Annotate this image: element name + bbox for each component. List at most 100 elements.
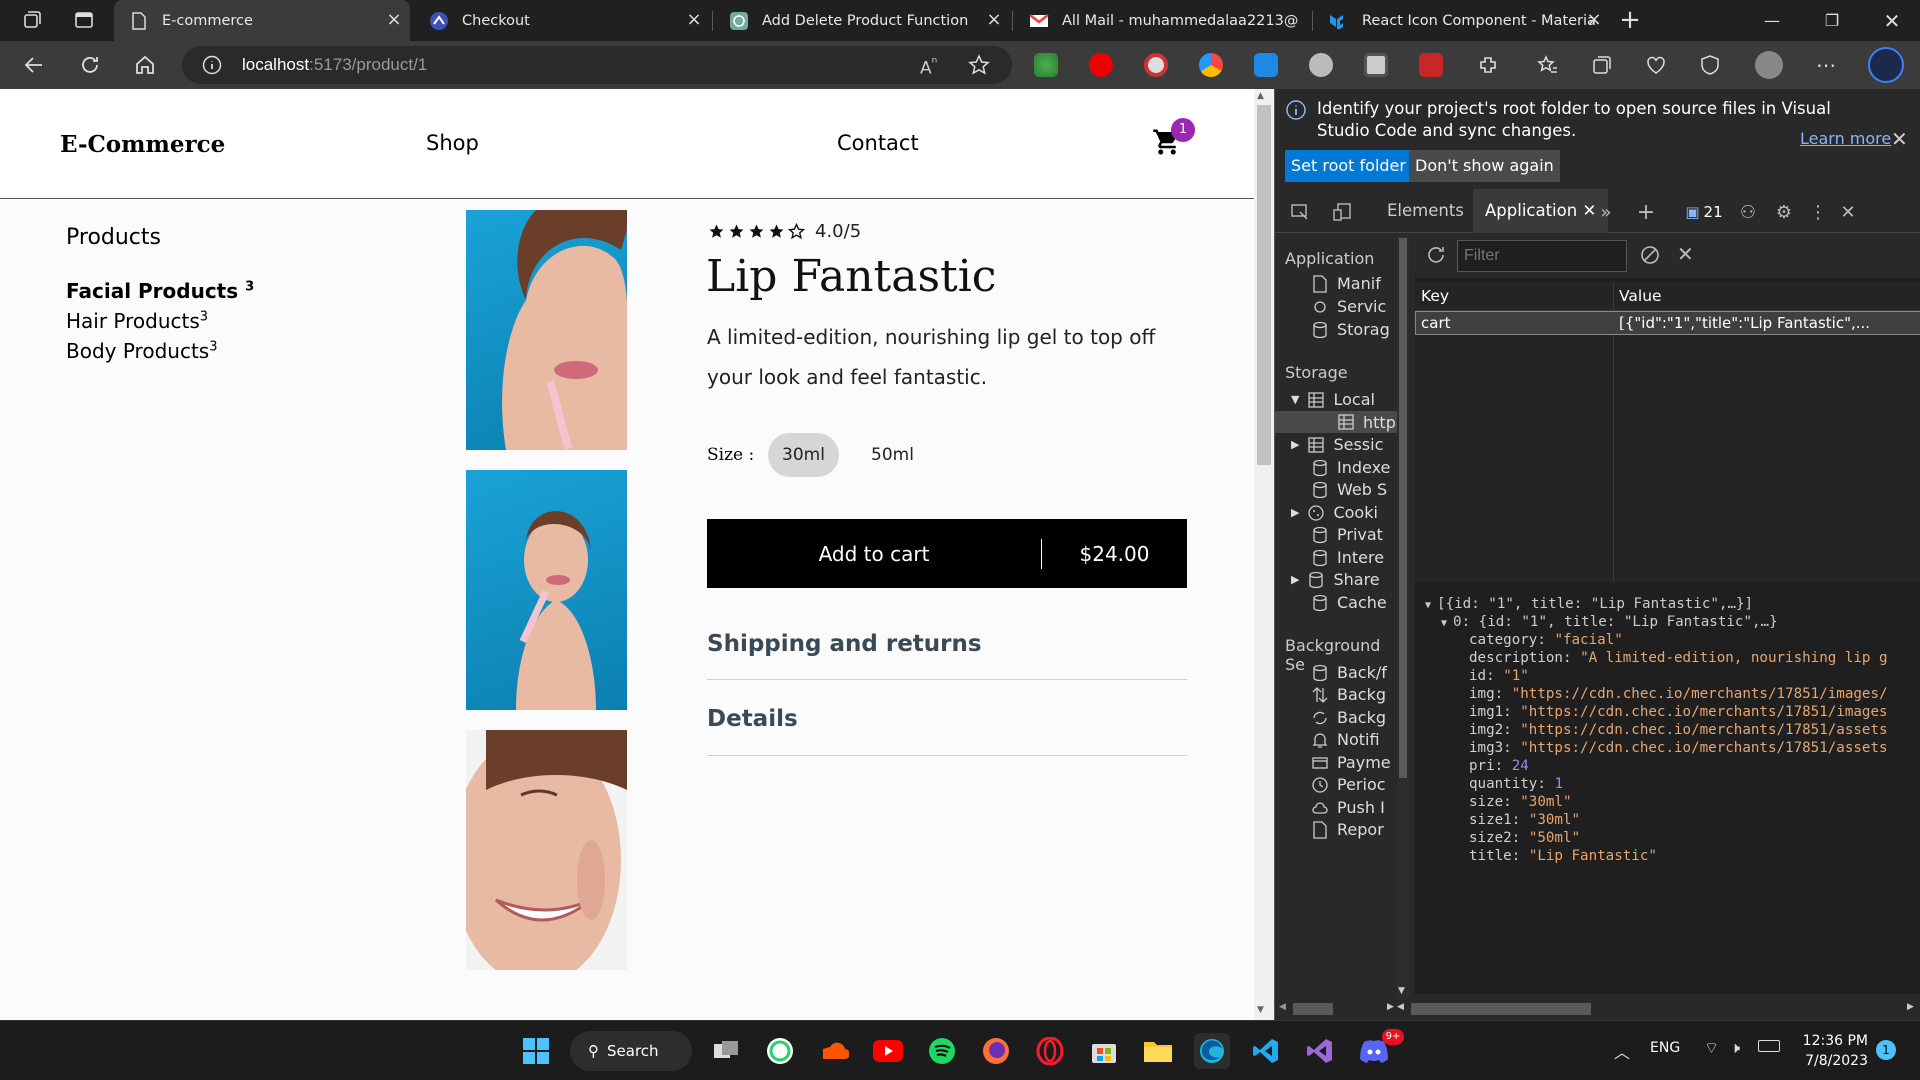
sidebar-item-background-fetch[interactable]: Backg	[1311, 685, 1386, 704]
restore-icon[interactable]: ❐	[1802, 0, 1862, 41]
new-tab-icon[interactable]: +	[1616, 5, 1644, 35]
sidebar-item-cache-storage[interactable]: Cache	[1311, 593, 1387, 612]
performance-icon[interactable]	[1642, 51, 1670, 79]
customize-menu-icon[interactable]: ⋮	[1807, 201, 1829, 223]
extension-5-icon[interactable]	[1254, 53, 1278, 77]
inspect-icon[interactable]	[1289, 201, 1311, 223]
microsoft-store-icon[interactable]	[1086, 1033, 1122, 1069]
accordion-shipping[interactable]: Shipping and returns	[707, 631, 1187, 657]
json-field[interactable]: size1: "30ml"	[1469, 811, 1580, 829]
json-root[interactable]: ▼ [{id: "1", title: "Lip Fantastic",…}]	[1425, 595, 1753, 615]
tab-ecommerce[interactable]: E-commerce ×	[114, 0, 410, 41]
json-field[interactable]: img3: "https://cdn.chec.io/merchants/178…	[1469, 739, 1888, 757]
expand-arrow-icon[interactable]: ▼	[1441, 618, 1447, 629]
row-key[interactable]: cart	[1421, 314, 1611, 332]
json-item-0[interactable]: ▼ 0: {id: "1", title: "Lip Fantastic",…}	[1441, 613, 1778, 633]
add-tab-icon[interactable]: +	[1635, 200, 1657, 225]
settings-gear-icon[interactable]: ⚙	[1773, 201, 1795, 223]
json-field[interactable]: size2: "50ml"	[1469, 829, 1580, 847]
json-field[interactable]: title: "Lip Fantastic"	[1469, 847, 1657, 865]
youtube-icon[interactable]	[870, 1033, 906, 1069]
sidebar-item-push-messaging[interactable]: Push I	[1311, 798, 1385, 817]
add-to-cart-button[interactable]: Add to cart $24.00	[707, 519, 1187, 588]
json-field[interactable]: quantity: 1	[1469, 775, 1563, 793]
sidebar-item-indexeddb[interactable]: Indexe	[1311, 458, 1390, 477]
edge-icon[interactable]	[1194, 1033, 1230, 1069]
refresh-icon[interactable]	[76, 51, 104, 79]
json-field[interactable]: img2: "https://cdn.chec.io/merchants/178…	[1469, 721, 1888, 739]
url-text[interactable]: localhost:5173/product/1	[242, 55, 427, 75]
row-value[interactable]: [{"id":"1","title":"Lip Fantastic",...	[1619, 314, 1919, 332]
notification-badge[interactable]: 1	[1876, 1040, 1896, 1060]
category-hair[interactable]: Hair Products3	[66, 309, 208, 333]
extension-4-icon[interactable]	[1199, 53, 1223, 77]
sidebar-item-interest-groups[interactable]: Intere	[1311, 548, 1384, 567]
page-scrollbar[interactable]: ▲ ▼	[1254, 89, 1274, 1020]
extension-1-icon[interactable]	[1034, 53, 1058, 77]
wifi-icon[interactable]: ⌔	[1704, 1038, 1719, 1058]
sidebar-item-back-forward-cache[interactable]: Back/f	[1311, 663, 1387, 682]
sidebar-item-session-storage[interactable]: ▶ Sessic	[1291, 435, 1383, 454]
globe-icon[interactable]	[1309, 53, 1333, 77]
sidebar-item-payment-handler[interactable]: Payme	[1311, 753, 1391, 772]
tab-elements[interactable]: Elements	[1387, 189, 1464, 233]
tray-overflow-icon[interactable]: ︿	[1614, 1039, 1630, 1063]
learn-more-link[interactable]: Learn more	[1800, 129, 1891, 148]
close-tab-icon[interactable]: ×	[686, 11, 702, 29]
vscode-icon[interactable]	[1248, 1033, 1284, 1069]
horizontal-scrollbars[interactable]: ◀ ▶ ◀ ▶	[1275, 997, 1920, 1020]
extensions-icon[interactable]	[1474, 51, 1502, 79]
scrollbar-thumb[interactable]	[1399, 238, 1407, 778]
task-view-icon[interactable]	[708, 1033, 744, 1069]
soundcloud-icon[interactable]	[816, 1033, 852, 1069]
tab-checkout[interactable]: Checkout ×	[414, 0, 710, 41]
visual-studio-icon[interactable]	[1302, 1033, 1338, 1069]
sidebar-item-background-sync[interactable]: Backg	[1311, 708, 1386, 727]
close-tab-icon[interactable]: ×	[386, 11, 402, 29]
json-field[interactable]: img: "https://cdn.chec.io/merchants/1785…	[1469, 685, 1888, 703]
clear-all-icon[interactable]	[1639, 244, 1661, 266]
refresh-icon[interactable]	[1425, 244, 1447, 266]
workspaces-icon[interactable]	[18, 6, 46, 34]
nav-contact[interactable]: Contact	[837, 131, 919, 155]
set-root-folder-button[interactable]: Set root folder	[1285, 150, 1412, 182]
windows-start-icon[interactable]	[518, 1033, 554, 1069]
close-tab-icon[interactable]: ×	[986, 11, 1002, 29]
tab-add-delete[interactable]: Add Delete Product Function ×	[714, 0, 1010, 41]
close-devtools-icon[interactable]: ✕	[1837, 201, 1859, 223]
sidebar-item-manifest[interactable]: Manif	[1311, 274, 1381, 293]
table-header-value[interactable]: Value	[1619, 282, 1662, 310]
expand-arrow-icon[interactable]: ▼	[1291, 393, 1299, 406]
opera-icon[interactable]	[1032, 1033, 1068, 1069]
language-indicator[interactable]: ENG	[1650, 1040, 1680, 1056]
favorites-icon[interactable]	[1534, 51, 1562, 79]
sidebar-scrollbar[interactable]: ▼	[1397, 234, 1409, 1004]
product-image-3[interactable]	[466, 730, 627, 970]
extension-7-icon[interactable]	[1364, 53, 1388, 77]
close-window-icon[interactable]: ✕	[1862, 0, 1920, 41]
size-option-50ml[interactable]: 50ml	[857, 433, 928, 477]
system-clock[interactable]: 12:36 PM 7/8/2023	[1798, 1031, 1868, 1071]
product-image-2[interactable]	[466, 470, 627, 710]
close-infobar-icon[interactable]: ✕	[1891, 127, 1908, 151]
minimize-icon[interactable]: —	[1742, 0, 1802, 41]
tab-actions-icon[interactable]	[70, 6, 98, 34]
battery-icon[interactable]	[1758, 1040, 1780, 1052]
json-field[interactable]: size: "30ml"	[1469, 793, 1572, 811]
dont-show-again-button[interactable]: Don't show again	[1409, 150, 1560, 182]
site-brand[interactable]: E-Commerce	[60, 131, 225, 158]
tab-application[interactable]: Application ✕	[1473, 189, 1609, 233]
sidebar-item-cookies[interactable]: ▶ Cooki	[1291, 503, 1378, 522]
spotify-icon[interactable]	[924, 1033, 960, 1069]
read-aloud-icon[interactable]: Aⁿ	[920, 55, 937, 79]
taskbar-search[interactable]: ⚲ Search	[570, 1031, 692, 1071]
json-field[interactable]: description: "A limited-edition, nourish…	[1469, 649, 1888, 667]
sidebar-item-shared-storage[interactable]: ▶ Share	[1291, 570, 1380, 589]
volume-icon[interactable]: 🕨	[1730, 1038, 1740, 1058]
sidebar-item-reporting-api[interactable]: Repor	[1311, 820, 1384, 839]
expand-arrow-icon[interactable]: ▶	[1291, 506, 1299, 519]
json-field[interactable]: id: "1"	[1469, 667, 1529, 685]
favorite-star-icon[interactable]	[968, 54, 990, 76]
table-row[interactable]: cart [{"id":"1","title":"Lip Fantastic",…	[1415, 311, 1920, 335]
sidebar-item-storage[interactable]: Storag	[1311, 320, 1390, 339]
